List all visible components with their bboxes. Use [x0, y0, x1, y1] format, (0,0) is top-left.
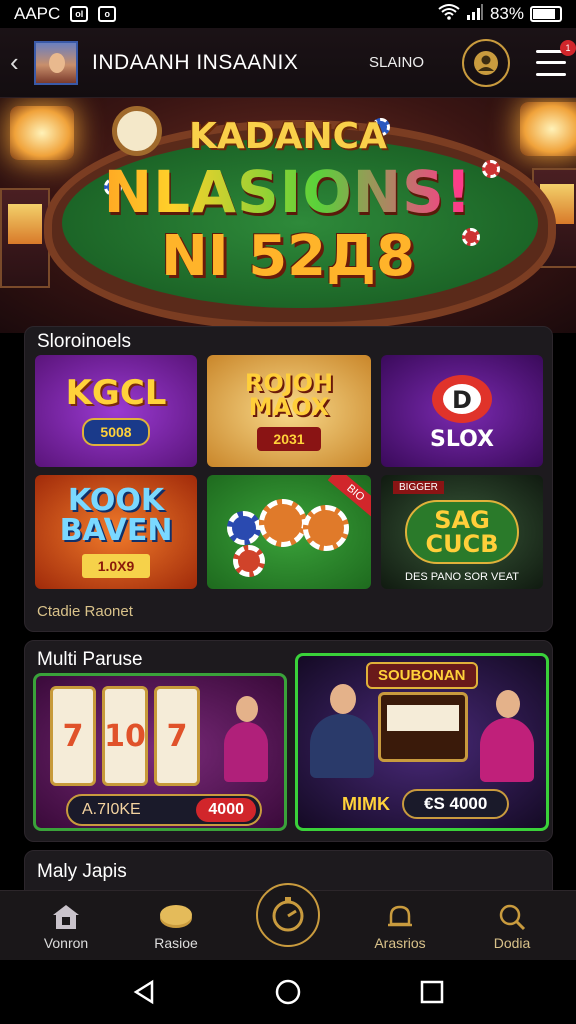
- hostess-image: [472, 690, 542, 790]
- home-icon: [16, 901, 116, 933]
- promo-banner: SOUBONAN: [366, 662, 478, 689]
- reel-symbol: 7: [62, 718, 84, 754]
- poker-chip-icon: D: [432, 375, 492, 423]
- tile-title: SAG CUCB: [405, 500, 519, 564]
- game-tile[interactable]: KOOK BAVEN 1.0Х9: [35, 475, 197, 589]
- menu-button[interactable]: 1: [536, 39, 576, 76]
- tile-title: KOOK BAVEN: [59, 483, 173, 548]
- tile-title: KGCL: [65, 373, 167, 413]
- bottom-navigation: Vonron Rasioe Arasrios Dodia: [0, 883, 576, 960]
- carrier-label: AAPC: [14, 4, 61, 23]
- system-navigation-bar: [0, 960, 576, 1024]
- game-tile[interactable]: KGCL 5008: [35, 355, 197, 467]
- hero-banner[interactable]: KADANCA NLASIONS! NLASIONS! NI 52Д8: [0, 98, 576, 333]
- header-subtitle[interactable]: SLAINO: [369, 54, 424, 71]
- bet-value: €S 4000: [402, 789, 510, 819]
- battery-icon: [530, 6, 562, 22]
- app-notification-icon: o: [98, 6, 117, 22]
- back-button[interactable]: ‹: [10, 47, 26, 78]
- reel-symbol: 10: [104, 718, 146, 754]
- hero-line-2: NLASIONS!: [0, 158, 576, 226]
- tile-caption: DES PANO SOR VEAT: [405, 571, 519, 583]
- nav-item-arasrios[interactable]: Arasrios: [350, 901, 450, 951]
- battery-percent: 83%: [489, 4, 524, 23]
- wifi-icon: [438, 3, 460, 25]
- hostess-image: [216, 696, 276, 796]
- back-triangle-icon[interactable]: [130, 978, 158, 1006]
- game-tile[interactable]: BIGGER SAG CUCB DES PANO SOR VEAT: [381, 475, 543, 589]
- signal-icon: [466, 3, 484, 25]
- home-circle-icon[interactable]: [274, 978, 302, 1006]
- jackpot-bar: A.7I0KE 4000: [66, 794, 262, 826]
- tile-title: SLOX: [430, 427, 494, 452]
- bet-label: MIMK: [342, 793, 390, 814]
- hero-line-3: NI 52Д8: [161, 224, 415, 289]
- notification-badge: 1: [560, 39, 576, 56]
- nav-item-center[interactable]: [256, 883, 320, 947]
- bell-icon: [350, 901, 450, 933]
- recents-square-icon[interactable]: [418, 978, 446, 1006]
- profile-button[interactable]: [462, 38, 510, 87]
- section-title: Multi Paruse: [37, 649, 143, 670]
- section-title: Maly Japis: [37, 861, 127, 882]
- notification-icon: ol: [70, 6, 89, 22]
- tile-title: ROJOH MAOX: [244, 369, 334, 421]
- avatar[interactable]: [34, 40, 78, 85]
- coin-icon: [126, 901, 226, 933]
- nav-item-dodia[interactable]: Dodia: [462, 901, 562, 951]
- svg-text:D: D: [452, 386, 472, 414]
- live-casino-promo-card[interactable]: SOUBONAN MIMK €S 4000: [295, 653, 549, 831]
- section-title: Sloroinoels: [37, 331, 131, 352]
- section-footer-link[interactable]: Ctadie Raonet: [37, 603, 133, 620]
- jackpot-label: A.7I0KE: [82, 801, 141, 818]
- game-tile[interactable]: ROJOH MAOX 2031: [207, 355, 371, 467]
- featured-games-section: Sloroinoels KGCL 5008 ROJOH MAOX 2031 D …: [24, 326, 553, 632]
- tile-top-label: BIGGER: [393, 481, 444, 494]
- user-icon: [474, 50, 498, 75]
- tile-value: 2031: [257, 427, 321, 451]
- battery-level-fill: [533, 9, 555, 19]
- search-icon: [462, 901, 562, 933]
- tile-value: 5008: [82, 418, 150, 446]
- nav-item-home[interactable]: Vonron: [16, 901, 116, 951]
- status-bar: AAPC ol o 83%: [0, 0, 576, 28]
- dealer-image: [304, 684, 380, 784]
- bet-bar: MIMK €S 4000: [306, 786, 542, 822]
- game-tile[interactable]: D SLOX: [381, 355, 543, 467]
- timer-icon: [272, 897, 304, 932]
- tile-value: 1.0Х9: [81, 554, 151, 578]
- slot-machine-image: [378, 692, 468, 762]
- promotions-section: Multi Paruse 7 10 7 A.7I0KE 4000 SOUBONA…: [24, 640, 553, 842]
- reel-symbol: 7: [166, 718, 188, 754]
- hero-line-1: KADANCA: [189, 116, 387, 157]
- jackpot-value: 4000: [196, 798, 256, 822]
- slot-promo-card[interactable]: 7 10 7 A.7I0KE 4000: [33, 673, 287, 831]
- nav-item-rasioe[interactable]: Rasioe: [126, 901, 226, 951]
- game-tile[interactable]: BIO: [207, 475, 371, 589]
- app-header: ‹ INDAANH INSAANIX SLAINO 1: [0, 28, 576, 98]
- app-title: INDAANH INSAANIX: [92, 50, 299, 74]
